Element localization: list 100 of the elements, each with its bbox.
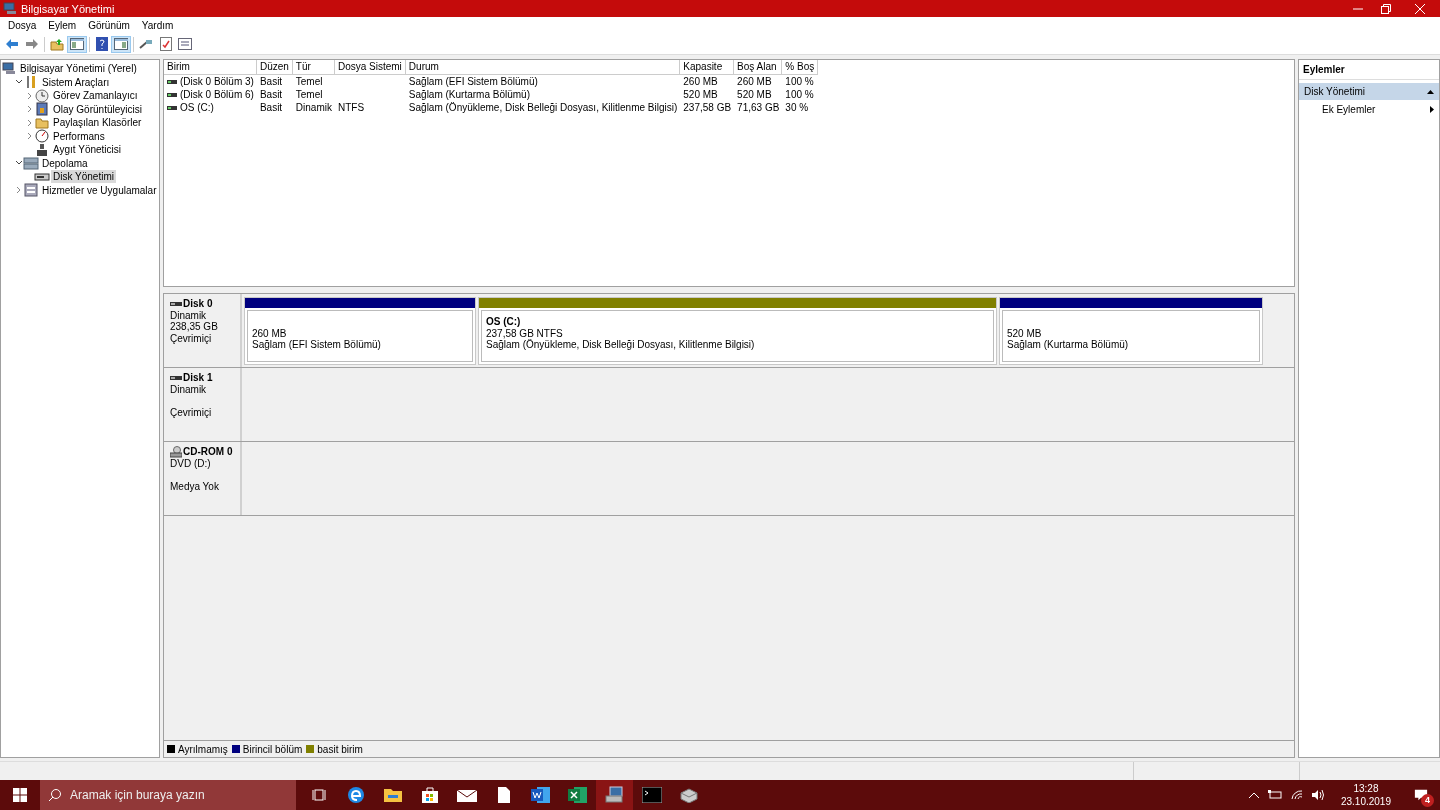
disk-name: Disk 1 xyxy=(183,372,213,384)
table-cell: 520 MB xyxy=(737,88,772,101)
clock-icon xyxy=(35,88,49,103)
table-cell: Basit xyxy=(259,101,283,114)
document-icon xyxy=(496,786,511,804)
notification-button[interactable]: 4 xyxy=(1408,780,1434,810)
tree-item[interactable]: Performans xyxy=(51,129,107,143)
table-cell: Sağlam (Önyükleme, Disk Belleği Dosyası, Kilitlenme Bilgisi) xyxy=(408,101,678,114)
restore-icon xyxy=(1381,3,1391,14)
drive-icon xyxy=(34,171,50,182)
tree-item[interactable]: Görev Zamanlayıcı xyxy=(51,89,140,103)
table-cell: Sağlam (EFI Sistem Bölümü) xyxy=(408,75,538,88)
partition-block[interactable]: 520 MB Sağlam (Kurtarma Bölümü) xyxy=(999,297,1263,365)
notification-badge: 4 xyxy=(1421,794,1434,807)
table-cell: 71,63 GB xyxy=(737,101,780,114)
column-header[interactable]: Birim xyxy=(164,60,257,75)
tree-item[interactable]: Disk Yönetimi xyxy=(51,170,116,184)
log-icon xyxy=(35,102,49,117)
menu-item[interactable]: Dosya xyxy=(2,20,43,31)
disk-status: Medya Yok xyxy=(170,481,220,493)
action-item[interactable]: Ek Eylemler xyxy=(1299,100,1439,119)
table-cell: Temel xyxy=(295,75,323,88)
properties-icon xyxy=(178,38,192,50)
action-pane-icon xyxy=(114,38,128,50)
table-cell: Sağlam (Kurtarma Bölümü) xyxy=(408,88,530,101)
legend-label: Birincil bölüm xyxy=(242,743,303,755)
disk-type: DVD (D:) xyxy=(170,458,212,470)
folder-icon xyxy=(50,37,64,51)
tree-item[interactable]: Olay Görüntüleyicisi xyxy=(51,102,144,116)
disk-size: 238,35 GB xyxy=(170,321,219,333)
volume-icon xyxy=(167,91,177,98)
tree-item[interactable]: Sistem Araçları xyxy=(40,75,112,89)
cd-drive-icon xyxy=(170,446,182,458)
column-header[interactable]: Durum xyxy=(405,60,681,75)
table-cell: 30 % xyxy=(785,101,809,114)
menu-item[interactable]: Eylem xyxy=(42,20,83,31)
table-cell: 100 % xyxy=(785,75,814,88)
store-icon xyxy=(420,786,439,804)
tree-item[interactable]: Paylaşılan Klasörler xyxy=(51,116,144,130)
help-icon xyxy=(95,37,108,51)
computer-icon xyxy=(2,62,16,76)
excel-icon xyxy=(567,786,588,804)
battery-icon xyxy=(1267,790,1282,800)
volume-icon xyxy=(167,104,177,111)
disk-name: CD-ROM 0 xyxy=(183,446,233,458)
table-cell: 237,58 GB xyxy=(683,101,732,114)
computer-management-icon xyxy=(604,786,625,804)
search-field[interactable]: Aramak için buraya yazın xyxy=(40,780,296,810)
volume-icon xyxy=(167,78,177,85)
legend-label: Ayrılmamış xyxy=(178,743,228,755)
column-header[interactable]: Tür xyxy=(292,60,335,75)
partition-status: Sağlam (EFI Sistem Bölümü) xyxy=(252,339,382,351)
word-icon xyxy=(530,786,551,804)
forward-arrow-icon xyxy=(25,38,39,50)
table-cell: Basit xyxy=(259,88,283,101)
table-cell: 260 MB xyxy=(737,75,772,88)
partition-status: Sağlam (Kurtarma Bölümü) xyxy=(1007,339,1130,351)
table-cell: NTFS xyxy=(337,101,365,114)
partition-size: 520 MB xyxy=(1007,327,1043,339)
tree-item[interactable]: Bilgisayar Yönetimi (Yerel) xyxy=(18,62,139,76)
table-cell: Dinamik xyxy=(295,101,332,114)
table-cell: 260 MB xyxy=(683,75,718,88)
back-arrow-icon xyxy=(5,38,19,50)
gauge-icon xyxy=(35,129,49,144)
disk-type: Dinamik xyxy=(170,383,208,395)
partition-size: 237,58 GB NTFS xyxy=(486,327,564,339)
column-header[interactable]: Düzen xyxy=(256,60,293,75)
actions-section-header[interactable]: Disk Yönetimi xyxy=(1299,83,1439,100)
disk-type: Dinamik xyxy=(170,309,208,321)
column-header[interactable]: Dosya Sistemi xyxy=(334,60,406,75)
partition-block[interactable]: OS (C:) 237,58 GB NTFS Sağlam (Önyükleme, Disk Belleği Dosyası, Kilitlenme Bilgisi) xyxy=(478,297,997,365)
clock[interactable]: 13:28 23.10.2019 xyxy=(1332,782,1399,808)
toolbar-button[interactable] xyxy=(67,35,87,53)
tree-pane-icon xyxy=(70,38,84,50)
tree-item[interactable]: Hizmetler ve Uygulamalar xyxy=(40,183,159,197)
disk-name: Disk 0 xyxy=(183,298,213,310)
task-view-icon xyxy=(311,788,326,802)
actions-title: Eylemler xyxy=(1299,60,1439,80)
partition-block[interactable]: 260 MB Sağlam (EFI Sistem Bölümü) xyxy=(244,297,476,365)
tree-item[interactable]: Aygıt Yöneticisi xyxy=(51,143,123,157)
device-icon xyxy=(36,142,48,157)
menu-item[interactable]: Görünüm xyxy=(82,20,136,31)
table-cell: (Disk 0 Bölüm 6) xyxy=(180,88,254,101)
disk-status: Çevrimiçi xyxy=(170,406,213,418)
column-header[interactable]: Kapasite xyxy=(680,60,735,75)
column-header[interactable]: % Boş xyxy=(782,60,819,75)
disk-status: Çevrimiçi xyxy=(170,332,213,344)
mail-icon xyxy=(456,788,477,802)
drive-icon xyxy=(678,787,699,803)
partition-size: 260 MB xyxy=(252,327,288,339)
menu-item[interactable]: Yardım xyxy=(135,20,180,31)
toolbar-button[interactable] xyxy=(111,35,131,53)
folder-icon xyxy=(35,116,49,130)
edge-icon xyxy=(346,786,365,804)
tree-item[interactable]: Depolama xyxy=(40,156,90,170)
volume-label: OS (C:) xyxy=(486,316,522,328)
services-icon xyxy=(24,183,38,198)
table-cell: 100 % xyxy=(785,88,814,101)
column-header[interactable]: Boş Alan xyxy=(734,60,783,75)
toolbar-button[interactable] xyxy=(175,35,195,53)
